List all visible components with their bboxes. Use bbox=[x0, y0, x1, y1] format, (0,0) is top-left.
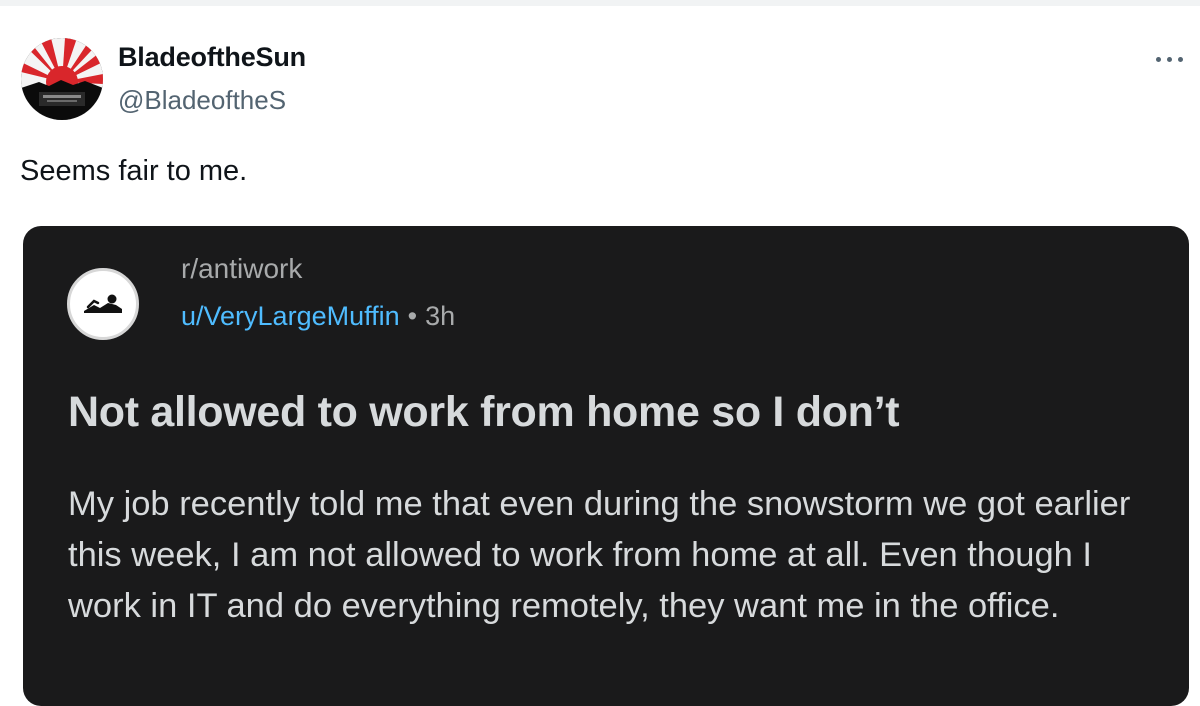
display-name[interactable]: BladeoftheSun bbox=[118, 42, 306, 73]
post-meta: u/VeryLargeMuffin • 3h bbox=[181, 301, 455, 332]
meta-separator: • bbox=[407, 301, 418, 331]
avatar[interactable] bbox=[21, 38, 103, 120]
post-body: My job recently told me that even during… bbox=[68, 485, 1131, 625]
post-title[interactable]: Not allowed to work from home so I don’t bbox=[68, 388, 900, 437]
subreddit-name[interactable]: r/antiwork bbox=[181, 253, 302, 285]
post-age: 3h bbox=[425, 301, 456, 331]
post-username[interactable]: u/VeryLargeMuffin bbox=[181, 301, 400, 331]
ellipsis-icon[interactable] bbox=[1146, 42, 1192, 76]
top-divider bbox=[0, 0, 1200, 6]
reclining-figure-icon[interactable] bbox=[67, 268, 139, 340]
tweet-text: Seems fair to me. bbox=[20, 155, 248, 187]
user-handle[interactable]: @BladeoftheS bbox=[118, 85, 286, 116]
rising-sun-avatar-icon bbox=[21, 38, 103, 120]
reddit-post-card[interactable]: r/antiwork u/VeryLargeMuffin • 3h Not allo… bbox=[23, 226, 1189, 706]
